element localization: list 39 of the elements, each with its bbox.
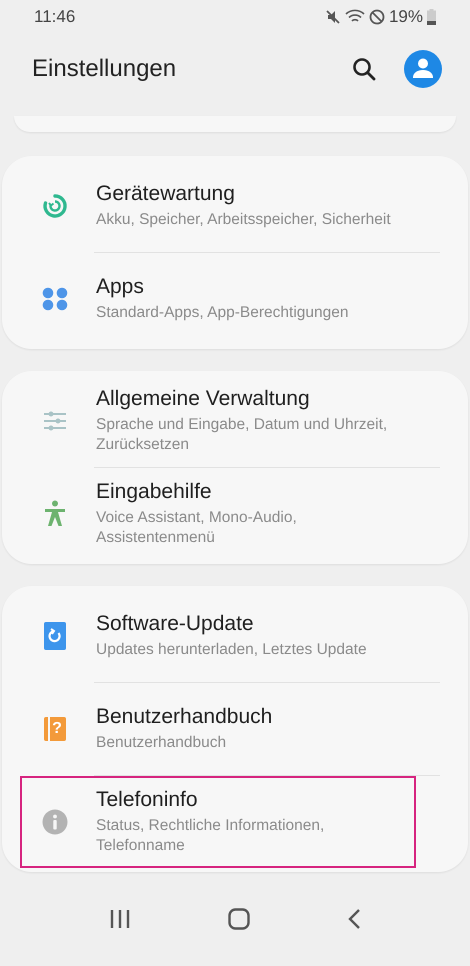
item-title: Allgemeine Verwaltung (96, 387, 311, 411)
settings-item[interactable]: Eingabehilfe Voice Assistant, Mono-Audio, Assistentenmenü (20, 468, 416, 560)
item-title: Eingabehilfe (96, 480, 213, 504)
item-title: Software-Update (96, 612, 255, 636)
item-subtitle: Benutzerhandbuch (96, 733, 228, 753)
profile-avatar-icon[interactable] (404, 50, 442, 88)
help-book-icon: ? (44, 717, 66, 741)
home-icon[interactable] (228, 908, 250, 930)
item-subtitle: Voice Assistant, Mono-Audio, Assistentenmenü (96, 508, 298, 548)
item-subtitle: Updates herunterladen, Letztes Update (96, 640, 368, 660)
back-icon[interactable] (347, 908, 362, 930)
settings-item[interactable]: ? Benutzerhandbuch Benutzerhandbuch (20, 683, 416, 775)
search-icon[interactable] (352, 57, 376, 81)
item-title: Apps (96, 275, 145, 299)
item-subtitle: Sprache und Eingabe, Datum und Uhrzeit, Zurücksetzen (96, 415, 388, 455)
battery-icon (427, 9, 436, 25)
status-time: 11:46 (34, 7, 76, 27)
settings-item[interactable]: Gerätewartung Akku, Speicher, Arbeitsspeicher, Sicherheit (20, 160, 416, 252)
battery-percent: 19% (388, 7, 423, 27)
settings-item[interactable]: Allgemeine Verwaltung Sprache und Eingabe, Datum und Uhrzeit, Zurücksetzen (20, 375, 416, 467)
settings-item[interactable]: Software-Update Updates herunterladen, Letztes Update (20, 590, 416, 682)
mute-icon (324, 9, 341, 25)
item-title: Telefoninfo (96, 788, 199, 812)
sliders-icon (43, 410, 67, 432)
item-subtitle: Status, Rechtliche Informationen, Telefonname (96, 816, 326, 856)
refresh-ring-icon (42, 193, 68, 219)
item-title: Gerätewartung (96, 182, 236, 206)
page-title: Einstellungen (32, 55, 176, 83)
recent-apps-icon[interactable] (108, 908, 131, 930)
apps-grid-icon (42, 286, 68, 312)
accessibility-icon (43, 500, 67, 528)
settings-item[interactable]: Telefoninfo Status, Rechtliche Informationen, Telefonname (20, 776, 416, 868)
info-icon (42, 809, 68, 835)
item-title: Benutzerhandbuch (96, 705, 274, 729)
blocked-icon (368, 9, 385, 25)
settings-item[interactable]: Apps Standard-Apps, App-Berechtigungen (20, 253, 416, 345)
update-icon (44, 622, 66, 650)
item-subtitle: Standard-Apps, App-Berechtigungen (96, 303, 350, 323)
item-subtitle: Akku, Speicher, Arbeitsspeicher, Sicherheit (96, 210, 392, 230)
